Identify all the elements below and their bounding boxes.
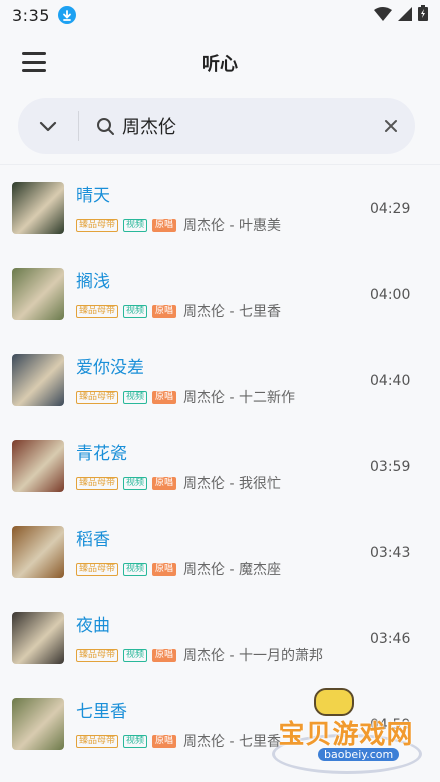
- tag-original: 原唱: [152, 390, 177, 404]
- close-icon[interactable]: [367, 98, 415, 154]
- song-duration: 03:43: [370, 545, 411, 561]
- search-input[interactable]: [122, 106, 367, 146]
- tag-video: 视频: [123, 218, 148, 232]
- song-meta: 臻品母带 视频 原唱 周杰伦 - 十二新作: [76, 387, 295, 407]
- tag-master: 臻品母带: [76, 734, 119, 748]
- status-bar: 3:35: [0, 0, 440, 30]
- album-cover: [12, 440, 64, 492]
- tag-original: 原唱: [152, 218, 177, 232]
- tag-video: 视频: [123, 734, 148, 748]
- song-artist: 周杰伦 - 魔杰座: [183, 562, 281, 578]
- search-bar: [18, 98, 415, 154]
- song-artist: 周杰伦 - 我很忙: [183, 476, 281, 492]
- album-cover: [12, 354, 64, 406]
- album-cover: [12, 182, 64, 234]
- song-duration: 04:29: [370, 201, 411, 217]
- watermark-logo: 宝贝游戏网 baobeiy.com: [262, 688, 430, 778]
- song-meta: 臻品母带 视频 原唱 周杰伦 - 叶惠美: [76, 215, 281, 235]
- tag-master: 臻品母带: [76, 562, 119, 576]
- song-artist: 周杰伦 - 七里香: [183, 304, 281, 320]
- tag-video: 视频: [123, 476, 148, 490]
- album-cover: [12, 268, 64, 320]
- tag-master: 臻品母带: [76, 304, 119, 318]
- tag-original: 原唱: [152, 304, 177, 318]
- page-title: 听心: [202, 54, 238, 75]
- song-duration: 03:59: [370, 459, 411, 475]
- tag-video: 视频: [123, 390, 148, 404]
- album-cover: [12, 526, 64, 578]
- tag-original: 原唱: [152, 648, 177, 662]
- song-artist: 周杰伦 - 叶惠美: [183, 218, 281, 234]
- song-item[interactable]: 搁浅 臻品母带 视频 原唱 周杰伦 - 七里香 04:00: [0, 251, 440, 337]
- download-circle-icon: [57, 6, 76, 24]
- song-title: 爱你没差: [76, 358, 144, 378]
- tag-master: 臻品母带: [76, 390, 119, 404]
- song-item[interactable]: 爱你没差 臻品母带 视频 原唱 周杰伦 - 十二新作 04:40: [0, 337, 440, 423]
- song-title: 晴天: [76, 186, 110, 206]
- app-header: 听心: [0, 30, 440, 96]
- song-meta: 臻品母带 视频 原唱 周杰伦 - 十一月的萧邦: [76, 645, 323, 665]
- search-icon: [96, 116, 116, 136]
- tag-video: 视频: [123, 648, 148, 662]
- song-title: 夜曲: [76, 616, 110, 636]
- song-duration: 04:00: [370, 287, 411, 303]
- song-title: 稻香: [76, 530, 110, 550]
- album-cover: [12, 612, 64, 664]
- tag-original: 原唱: [152, 562, 177, 576]
- tag-master: 臻品母带: [76, 648, 119, 662]
- song-artist: 周杰伦 - 十二新作: [183, 390, 295, 406]
- tag-master: 臻品母带: [76, 218, 119, 232]
- song-title: 七里香: [76, 702, 127, 722]
- song-title: 搁浅: [76, 272, 110, 292]
- song-item[interactable]: 青花瓷 臻品母带 视频 原唱 周杰伦 - 我很忙 03:59: [0, 423, 440, 509]
- search-divider: [78, 111, 79, 141]
- song-duration: 04:40: [370, 373, 411, 389]
- tag-original: 原唱: [152, 734, 177, 748]
- song-meta: 臻品母带 视频 原唱 周杰伦 - 七里香: [76, 731, 281, 751]
- song-item[interactable]: 晴天 臻品母带 视频 原唱 周杰伦 - 叶惠美 04:29: [0, 165, 440, 251]
- tag-video: 视频: [123, 304, 148, 318]
- tag-video: 视频: [123, 562, 148, 576]
- song-title: 青花瓷: [76, 444, 127, 464]
- song-item[interactable]: 夜曲 臻品母带 视频 原唱 周杰伦 - 十一月的萧邦 03:46: [0, 595, 440, 681]
- gamepad-icon: [314, 688, 354, 716]
- song-artist: 周杰伦 - 十一月的萧邦: [183, 648, 323, 664]
- album-cover: [12, 698, 64, 750]
- wifi-icon: [374, 6, 392, 25]
- chevron-down-icon[interactable]: [18, 98, 78, 154]
- status-icons: [374, 5, 428, 25]
- status-time: 3:35: [12, 5, 50, 25]
- song-meta: 臻品母带 视频 原唱 周杰伦 - 魔杰座: [76, 559, 281, 579]
- song-item[interactable]: 稻香 臻品母带 视频 原唱 周杰伦 - 魔杰座 03:43: [0, 509, 440, 595]
- hamburger-menu-icon[interactable]: [22, 52, 46, 72]
- battery-icon: [418, 5, 428, 25]
- signal-icon: [398, 6, 412, 25]
- song-duration: 03:46: [370, 631, 411, 647]
- tag-original: 原唱: [152, 476, 177, 490]
- song-meta: 臻品母带 视频 原唱 周杰伦 - 我很忙: [76, 473, 281, 493]
- song-meta: 臻品母带 视频 原唱 周杰伦 - 七里香: [76, 301, 281, 321]
- tag-master: 臻品母带: [76, 476, 119, 490]
